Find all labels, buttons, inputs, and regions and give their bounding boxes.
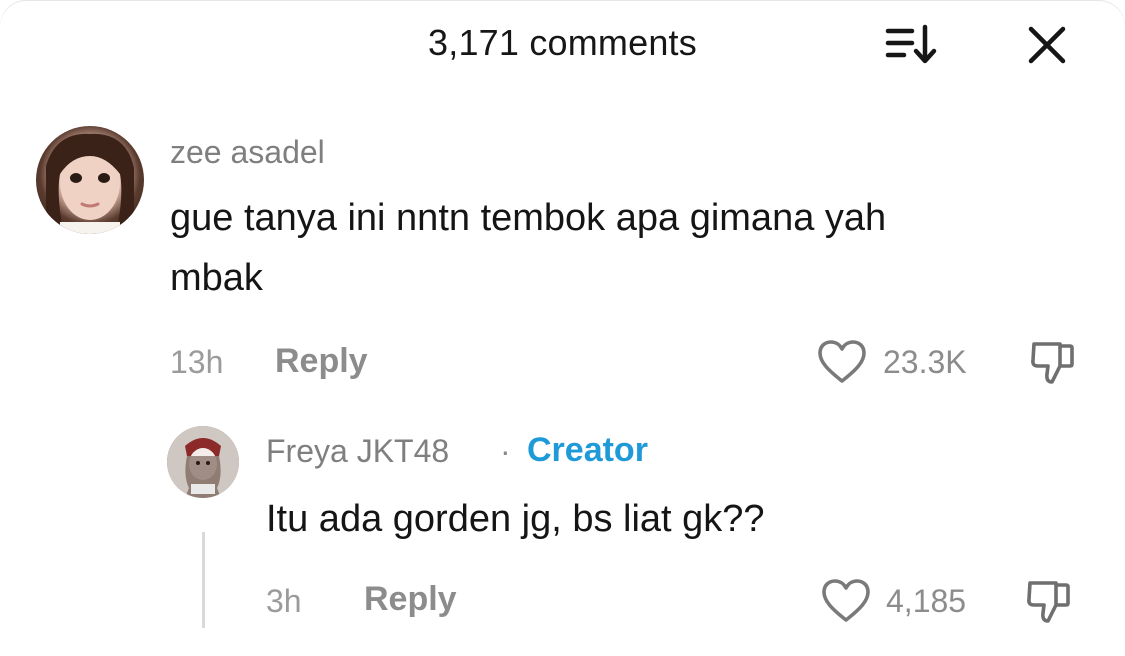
like-count: 4,185	[886, 583, 967, 619]
thread-line	[202, 532, 205, 628]
comments-sheet: 3,171 comments zee asadel gue tanya ini …	[0, 0, 1125, 656]
avatar[interactable]	[167, 426, 239, 498]
comment-text-line: mbak	[170, 257, 263, 299]
comments-count-title: 3,171 comments	[428, 22, 697, 63]
comments-header: 3,171 comments	[0, 0, 1125, 90]
comment-username[interactable]: zee asadel	[170, 134, 325, 171]
like-count: 23.3K	[883, 344, 967, 380]
sort-button[interactable]	[884, 22, 944, 68]
avatar-photo	[46, 133, 134, 234]
heart-icon	[818, 340, 866, 383]
reply-username[interactable]: Freya JKT48	[266, 433, 449, 470]
heart-icon	[822, 579, 870, 622]
dislike-button[interactable]	[1026, 336, 1078, 388]
thumbs-down-icon	[1027, 581, 1070, 623]
reply-button[interactable]: Reply	[275, 342, 368, 381]
close-button[interactable]	[1022, 20, 1072, 70]
avatar-photo	[167, 426, 239, 498]
comment-time: 13h	[170, 344, 224, 380]
avatar[interactable]	[36, 126, 144, 234]
dislike-button[interactable]	[1022, 575, 1074, 627]
reply-button[interactable]: Reply	[364, 580, 457, 619]
thumbs-down-icon	[1031, 342, 1074, 384]
sort-down-icon	[885, 24, 937, 64]
creator-badge: Creator	[527, 431, 648, 469]
like-button[interactable]	[816, 338, 868, 386]
reply-time: 3h	[266, 583, 302, 619]
close-icon	[1028, 26, 1066, 64]
comment-text: gue tanya ini nntn tembok apa gimana yah…	[170, 188, 1100, 308]
like-button[interactable]	[820, 577, 872, 625]
comment-text-line: gue tanya ini nntn tembok apa gimana yah	[170, 197, 887, 239]
reply-text: Itu ada gorden jg, bs liat gk??	[266, 498, 765, 540]
separator-dot: ·	[500, 433, 511, 469]
